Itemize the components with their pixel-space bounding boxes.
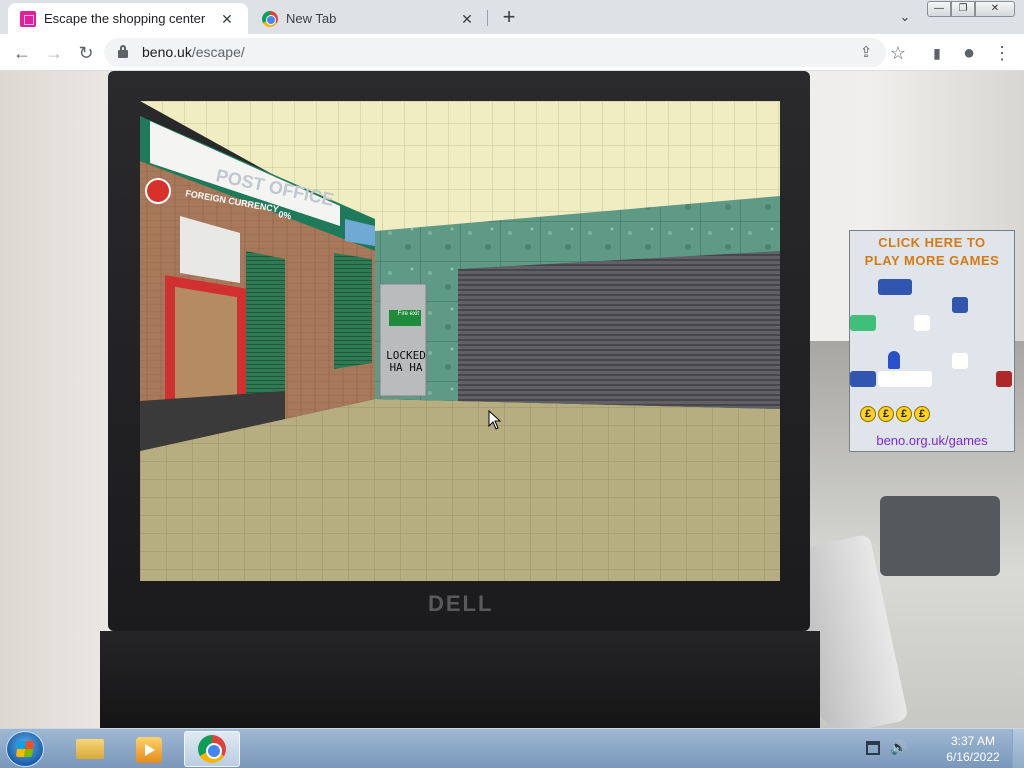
reload-button[interactable]: ↻ [72,39,100,67]
ad-games-link[interactable]: beno.org.uk/games [850,433,1014,448]
browser-menu-icon[interactable]: ⋮ [988,39,1016,67]
windows-logo-icon [15,741,35,757]
windows-taskbar: 🔊 3:37 AM 6/16/2022 [0,728,1024,768]
ad-headline[interactable]: CLICK HERE TO PLAY MORE GAMES [850,234,1014,270]
new-tab-button[interactable]: + [496,5,522,31]
chrome-icon [198,735,226,763]
ad-blue-block [952,297,968,313]
back-button[interactable]: ← [8,39,36,67]
taskbar-chrome[interactable] [184,731,240,767]
address-bar[interactable]: beno.uk/escape/ [104,38,886,67]
tab-title: Escape the shopping center [44,11,206,26]
mouse-pointer-icon [488,410,502,430]
laptop-keyboard [100,631,820,728]
ad-white-block [878,371,932,387]
taskbar-clock[interactable]: 3:37 AM 6/16/2022 [930,733,1016,765]
minimize-button[interactable]: — [927,1,951,17]
green-shutter-2 [334,253,372,369]
post-office-logo [145,178,171,204]
desk-device-box [880,496,1000,576]
url-host: beno.uk [142,44,192,60]
metal-shutter [458,251,780,409]
tab-separator [487,10,488,26]
folder-icon [76,739,104,759]
laptop-brand-logo: DELL [428,591,494,616]
coin-icon: £ [860,406,876,422]
locked-graffiti: LOCKED HA HA [386,350,426,374]
clock-date: 6/16/2022 [946,750,1000,764]
side-panel-icon[interactable]: ▮ [923,39,951,67]
site-favicon-icon [20,10,36,27]
tab-title: New Tab [286,11,337,26]
browser-toolbar: ← → ↻ beno.uk/escape/ ⇪ ☆ ▮ ● ⋮ [0,34,1024,71]
ad-white-block [914,315,930,331]
ad-character-icon [888,351,900,369]
more-games-ad[interactable]: CLICK HERE TO PLAY MORE GAMES £ £ £ £ be… [849,230,1015,452]
bookmark-star-icon[interactable]: ☆ [884,39,912,67]
taskbar-media-player[interactable] [122,731,178,767]
coin-icon: £ [878,406,894,422]
taskbar-explorer[interactable] [60,731,116,767]
ad-headline-line-2: PLAY MORE GAMES [864,253,1000,268]
show-desktop-button[interactable] [1012,729,1024,768]
forward-button[interactable]: → [40,39,68,67]
volume-icon[interactable]: 🔊 [890,739,908,757]
tab-new-tab[interactable]: New Tab ✕ [250,3,488,34]
url-path: /escape/ [191,44,245,60]
graffiti-line-2: HA HA [389,361,423,374]
lock-icon[interactable] [118,45,128,59]
share-icon[interactable]: ⇪ [852,39,880,67]
page-content: DELL POST OFFICE FOREIGN CURRENCY 0% Fir… [0,71,1024,728]
fire-exit-door [379,283,427,397]
close-window-button[interactable]: ✕ [975,1,1015,17]
ad-blue-block [850,371,876,387]
ad-headline-line-1: CLICK HERE TO [878,235,986,250]
clock-time: 3:37 AM [950,734,996,748]
ad-green-block [850,315,876,331]
network-icon[interactable] [866,741,880,755]
start-button[interactable] [6,731,44,767]
ad-enemy-icon [996,371,1012,387]
tab-strip: Escape the shopping center ✕ New Tab ✕ +… [0,0,1024,34]
ad-white-block [952,353,968,369]
mall-scene: POST OFFICE FOREIGN CURRENCY 0% [140,101,780,581]
tab-search-button[interactable]: ⌄ [894,6,916,28]
ad-blue-block [878,279,912,295]
game-canvas[interactable]: POST OFFICE FOREIGN CURRENCY 0% Fire exi… [140,101,780,581]
close-tab-icon[interactable]: ✕ [218,10,236,28]
url-text[interactable]: beno.uk/escape/ [142,44,245,60]
media-player-icon [136,737,162,763]
tab-escape-shopping-center[interactable]: Escape the shopping center ✕ [8,3,248,34]
coin-icon: £ [914,406,930,422]
background-left-blur [0,71,110,728]
close-tab-icon[interactable]: ✕ [458,10,476,28]
restore-button[interactable]: ❐ [951,1,975,17]
profile-avatar-icon[interactable]: ● [955,39,983,67]
fire-exit-sign: Fire exit [389,310,421,326]
coin-icon: £ [896,406,912,422]
chrome-favicon-icon [262,10,278,27]
